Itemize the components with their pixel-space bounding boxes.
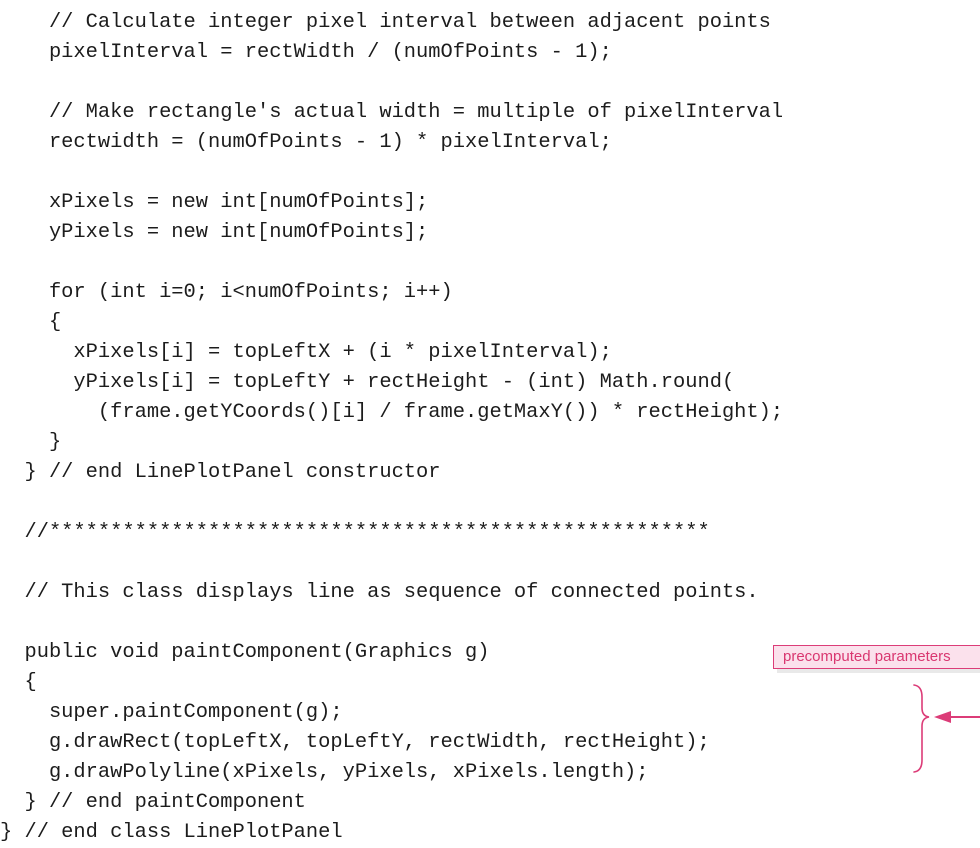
code-line: {	[0, 311, 62, 334]
code-line: for (int i=0; i<numOfPoints; i++)	[0, 281, 453, 304]
precomputed-parameters-callout: precomputed parameters	[773, 645, 980, 669]
code-line: g.drawRect(topLeftX, topLeftY, rectWidth…	[0, 731, 710, 754]
code-line: //**************************************…	[0, 521, 710, 544]
code-line: // Calculate integer pixel interval betw…	[0, 11, 771, 34]
code-listing: // Calculate integer pixel interval betw…	[0, 0, 980, 844]
code-line: // Make rectangle's actual width = multi…	[0, 101, 784, 124]
callout-label: precomputed parameters	[783, 648, 951, 665]
code-line: (frame.getYCoords()[i] / frame.getMaxY()…	[0, 401, 784, 424]
code-line: } // end LinePlotPanel constructor	[0, 461, 441, 484]
code-line: xPixels[i] = topLeftX + (i * pixelInterv…	[0, 341, 612, 364]
code-line: rectwidth = (numOfPoints - 1) * pixelInt…	[0, 131, 612, 154]
code-line: {	[0, 671, 37, 694]
code-line: pixelInterval = rectWidth / (numOfPoints…	[0, 41, 612, 64]
code-line: xPixels = new int[numOfPoints];	[0, 191, 429, 214]
code-line: } // end paintComponent	[0, 791, 306, 814]
code-line: // This class displays line as sequence …	[0, 581, 759, 604]
code-line: yPixels[i] = topLeftY + rectHeight - (in…	[0, 371, 735, 394]
code-line: public void paintComponent(Graphics g)	[0, 641, 490, 664]
code-line: } // end class LinePlotPanel	[0, 821, 343, 844]
code-line: g.drawPolyline(xPixels, yPixels, xPixels…	[0, 761, 649, 784]
code-line: super.paintComponent(g);	[0, 701, 343, 724]
code-line: yPixels = new int[numOfPoints];	[0, 221, 429, 244]
code-line: }	[0, 431, 62, 454]
